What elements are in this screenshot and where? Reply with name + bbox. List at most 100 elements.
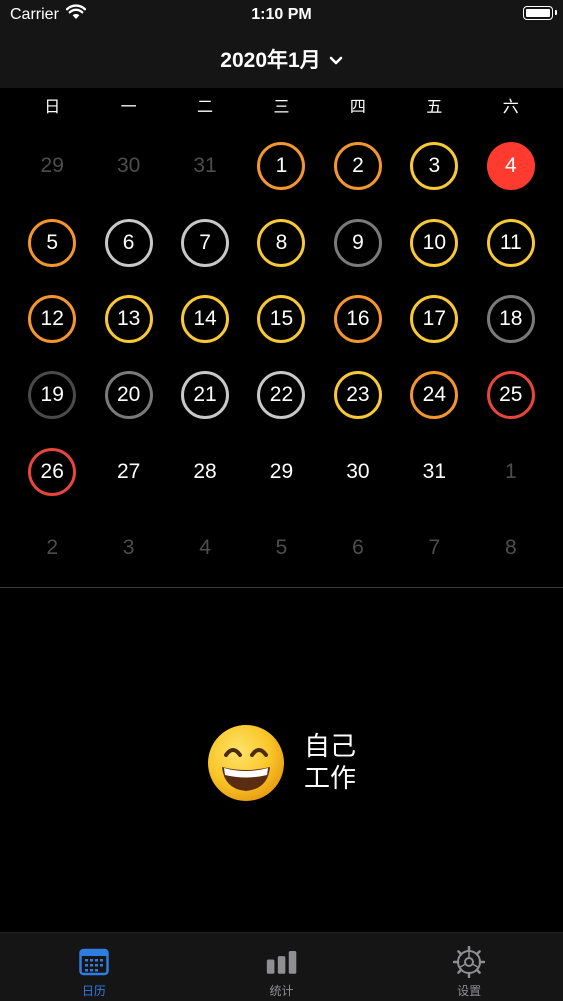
tab-settings[interactable]: 设置 xyxy=(375,933,563,1001)
day-cell[interactable]: 21 xyxy=(167,357,243,433)
day-cell[interactable]: 2 xyxy=(14,510,90,586)
day-number: 23 xyxy=(333,371,382,420)
status-bar: Carrier 1:10 PM xyxy=(0,0,563,30)
day-cell[interactable]: 1 xyxy=(243,128,319,204)
weekday-label: 三 xyxy=(273,99,290,116)
day-cell[interactable]: 29 xyxy=(14,128,90,204)
weekday-label: 二 xyxy=(197,99,214,116)
tab-bar: 日历 统计 设置 xyxy=(0,932,563,1001)
day-cell[interactable]: 22 xyxy=(243,357,319,433)
day-number: 12 xyxy=(28,294,77,343)
day-number: 3 xyxy=(122,536,135,560)
day-number: 16 xyxy=(333,294,382,343)
day-cell[interactable]: 27 xyxy=(90,434,166,510)
day-cell[interactable]: 9 xyxy=(320,204,396,280)
status-time: 1:10 PM xyxy=(251,6,312,23)
chevron-down-icon xyxy=(329,48,343,72)
day-number: 4 xyxy=(199,536,211,560)
day-cell[interactable]: 14 xyxy=(167,281,243,357)
calendar-icon xyxy=(78,946,110,978)
day-cell[interactable]: 6 xyxy=(320,510,396,586)
day-cell[interactable]: 5 xyxy=(243,510,319,586)
day-number: 17 xyxy=(410,294,459,343)
day-number: 6 xyxy=(104,218,153,267)
day-cell[interactable]: 12 xyxy=(14,281,90,357)
entry-line-1: 自己 xyxy=(304,732,357,762)
day-cell[interactable]: 8 xyxy=(473,510,549,586)
gear-icon xyxy=(453,946,486,978)
day-cell[interactable]: 3 xyxy=(90,510,166,586)
weekday-label: 四 xyxy=(349,99,366,116)
day-cell[interactable]: 23 xyxy=(320,357,396,433)
entry-line-2: 工作 xyxy=(304,764,357,794)
grinning-face-icon xyxy=(208,725,284,801)
tab-statistics[interactable]: 统计 xyxy=(188,933,376,1001)
day-cell[interactable]: 16 xyxy=(320,281,396,357)
today-day-number: 4 xyxy=(486,142,535,191)
day-number: 25 xyxy=(486,371,535,420)
day-cell[interactable]: 4 xyxy=(473,128,549,204)
day-number: 5 xyxy=(28,218,77,267)
day-number: 31 xyxy=(422,459,447,483)
day-number: 30 xyxy=(116,154,141,178)
tab-calendar[interactable]: 日历 xyxy=(0,933,188,1001)
day-cell[interactable]: 15 xyxy=(243,281,319,357)
day-number: 7 xyxy=(428,536,441,560)
divider xyxy=(0,587,563,588)
day-cell[interactable]: 5 xyxy=(14,204,90,280)
day-number: 3 xyxy=(410,142,459,191)
day-cell[interactable]: 2 xyxy=(320,128,396,204)
day-number: 31 xyxy=(193,154,217,178)
day-number: 10 xyxy=(410,218,459,267)
day-cell[interactable]: 10 xyxy=(396,204,472,280)
day-cell[interactable]: 7 xyxy=(167,204,243,280)
day-cell[interactable]: 1 xyxy=(473,434,549,510)
day-number: 24 xyxy=(410,371,459,420)
day-number: 6 xyxy=(352,536,364,560)
day-number: 2 xyxy=(333,142,382,191)
day-number: 7 xyxy=(181,218,230,267)
day-cell[interactable]: 20 xyxy=(90,357,166,433)
day-number: 18 xyxy=(486,294,535,343)
day-cell[interactable]: 11 xyxy=(473,204,549,280)
day-number: 14 xyxy=(181,294,230,343)
day-cell[interactable]: 30 xyxy=(90,128,166,204)
day-cell[interactable]: 4 xyxy=(167,510,243,586)
day-cell[interactable]: 6 xyxy=(90,204,166,280)
tab-settings-label: 设置 xyxy=(457,984,482,998)
day-number: 29 xyxy=(40,154,64,178)
day-number: 21 xyxy=(181,371,230,420)
weekday-header: 日一二三四五六 xyxy=(14,88,549,128)
weekday-label: 日 xyxy=(44,99,61,116)
day-cell[interactable]: 31 xyxy=(396,434,472,510)
day-cell[interactable]: 26 xyxy=(14,434,90,510)
day-cell[interactable]: 13 xyxy=(90,281,166,357)
month-picker-button[interactable]: 2020年1月 xyxy=(220,44,343,74)
day-entry[interactable]: 自己 工作 xyxy=(206,722,406,804)
weekday-label: 六 xyxy=(502,99,519,116)
day-cell[interactable]: 29 xyxy=(243,434,319,510)
day-number: 9 xyxy=(333,218,382,267)
weekday-label: 五 xyxy=(426,99,443,116)
day-cell[interactable]: 18 xyxy=(473,281,549,357)
month-title: 2020年1月 xyxy=(220,49,321,72)
tab-statistics-label: 统计 xyxy=(269,984,294,998)
day-cell[interactable]: 24 xyxy=(396,357,472,433)
day-number: 1 xyxy=(257,142,306,191)
day-cell[interactable]: 28 xyxy=(167,434,243,510)
day-number: 13 xyxy=(104,294,153,343)
day-cell[interactable]: 7 xyxy=(396,510,472,586)
day-cell[interactable]: 17 xyxy=(396,281,472,357)
day-cell[interactable]: 8 xyxy=(243,204,319,280)
tab-calendar-label: 日历 xyxy=(81,984,106,998)
day-cell[interactable]: 3 xyxy=(396,128,472,204)
day-cell[interactable]: 25 xyxy=(473,357,549,433)
day-number: 27 xyxy=(116,459,141,483)
day-cell[interactable]: 30 xyxy=(320,434,396,510)
weekday-label: 一 xyxy=(120,99,137,116)
day-cell[interactable]: 31 xyxy=(167,128,243,204)
day-cell[interactable]: 19 xyxy=(14,357,90,433)
day-number: 20 xyxy=(104,371,153,420)
day-number: 22 xyxy=(257,371,306,420)
day-number: 30 xyxy=(346,459,370,483)
